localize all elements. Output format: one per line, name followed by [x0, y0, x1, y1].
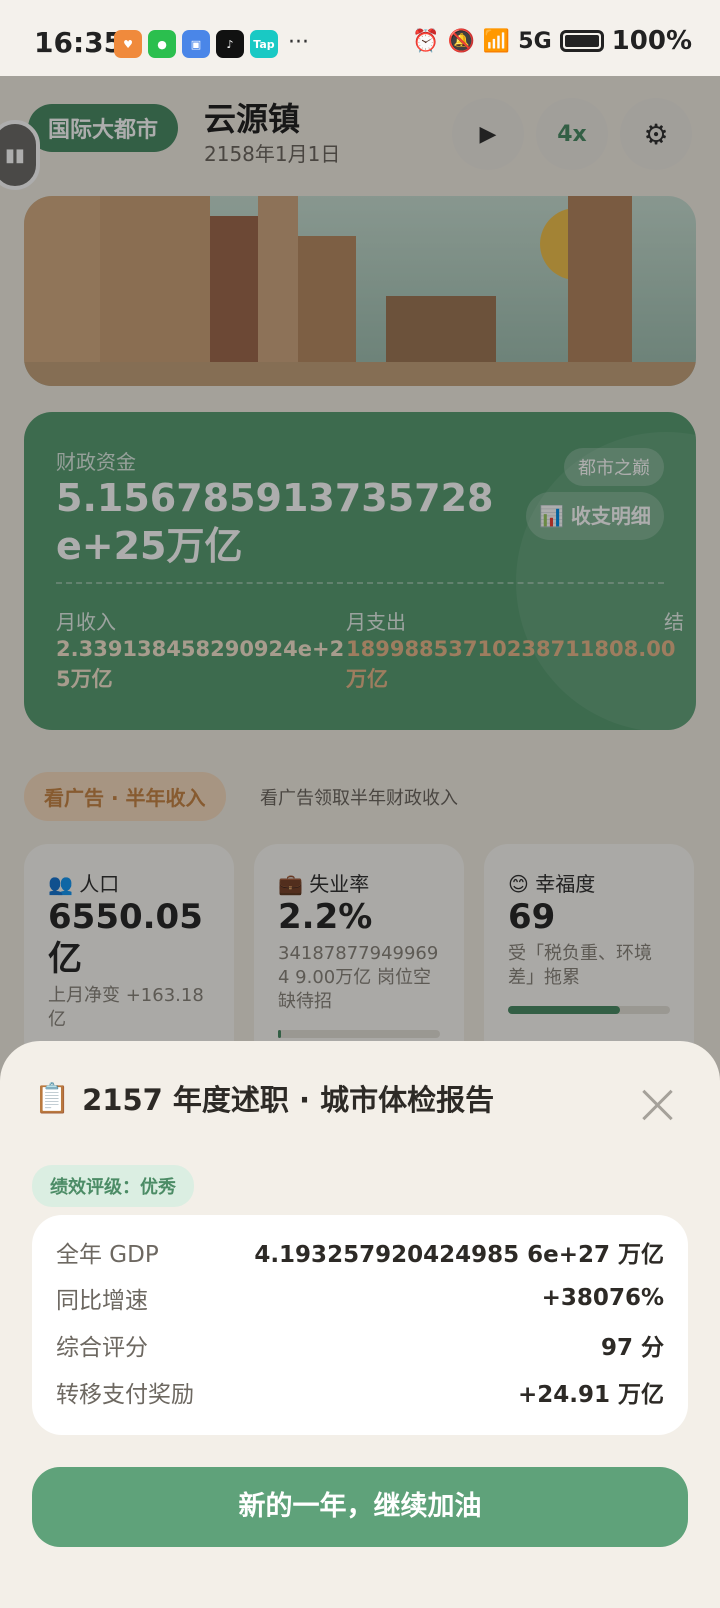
- continue-button[interactable]: 新的一年，继续加油: [32, 1467, 688, 1547]
- more-notifications-icon: ···: [288, 30, 309, 55]
- status-time: 16:35: [34, 26, 124, 59]
- notification-icons: ♥ ● ▣ ♪ Tap ···: [114, 30, 309, 58]
- battery-percent: 100%: [611, 26, 692, 56]
- report-title: 📋 2157 年度述职 · 城市体检报告: [34, 1077, 494, 1119]
- heart-app-icon: ♥: [114, 30, 142, 58]
- mute-icon: 🔕: [447, 28, 475, 54]
- status-bar: 16:35 ♥ ● ▣ ♪ Tap ··· ⏰ 🔕 📶 5G 100%: [0, 0, 720, 76]
- battery-icon: [559, 30, 604, 52]
- report-metrics-card: 全年 GDP 4.193257920424985 6e+27 万亿 同比增速 +…: [32, 1215, 688, 1435]
- report-row: 同比增速 +38076%: [56, 1285, 664, 1314]
- annual-report-sheet: 📋 2157 年度述职 · 城市体检报告 绩效评级：优秀 全年 GDP 4.19…: [0, 1041, 720, 1608]
- system-indicators: ⏰ 🔕 📶 5G 100%: [412, 26, 692, 56]
- performance-grade-badge: 绩效评级：优秀: [32, 1165, 194, 1207]
- signal-5g-icon: 5G: [518, 28, 552, 54]
- report-title-text: 2157 年度述职 · 城市体检报告: [82, 1083, 495, 1117]
- close-icon[interactable]: [640, 1087, 676, 1123]
- alarm-icon: ⏰: [412, 28, 440, 54]
- taptap-icon: Tap: [250, 30, 278, 58]
- report-row: 转移支付奖励 +24.91 万亿: [56, 1382, 664, 1408]
- blue-app-icon: ▣: [182, 30, 210, 58]
- wifi-icon: 📶: [482, 28, 511, 54]
- clipboard-icon: 📋: [34, 1080, 71, 1115]
- report-row: 综合评分 97 分: [56, 1335, 664, 1361]
- tiktok-icon: ♪: [216, 30, 244, 58]
- report-row: 全年 GDP 4.193257920424985 6e+27 万亿: [56, 1242, 664, 1268]
- wechat-icon: ●: [148, 30, 176, 58]
